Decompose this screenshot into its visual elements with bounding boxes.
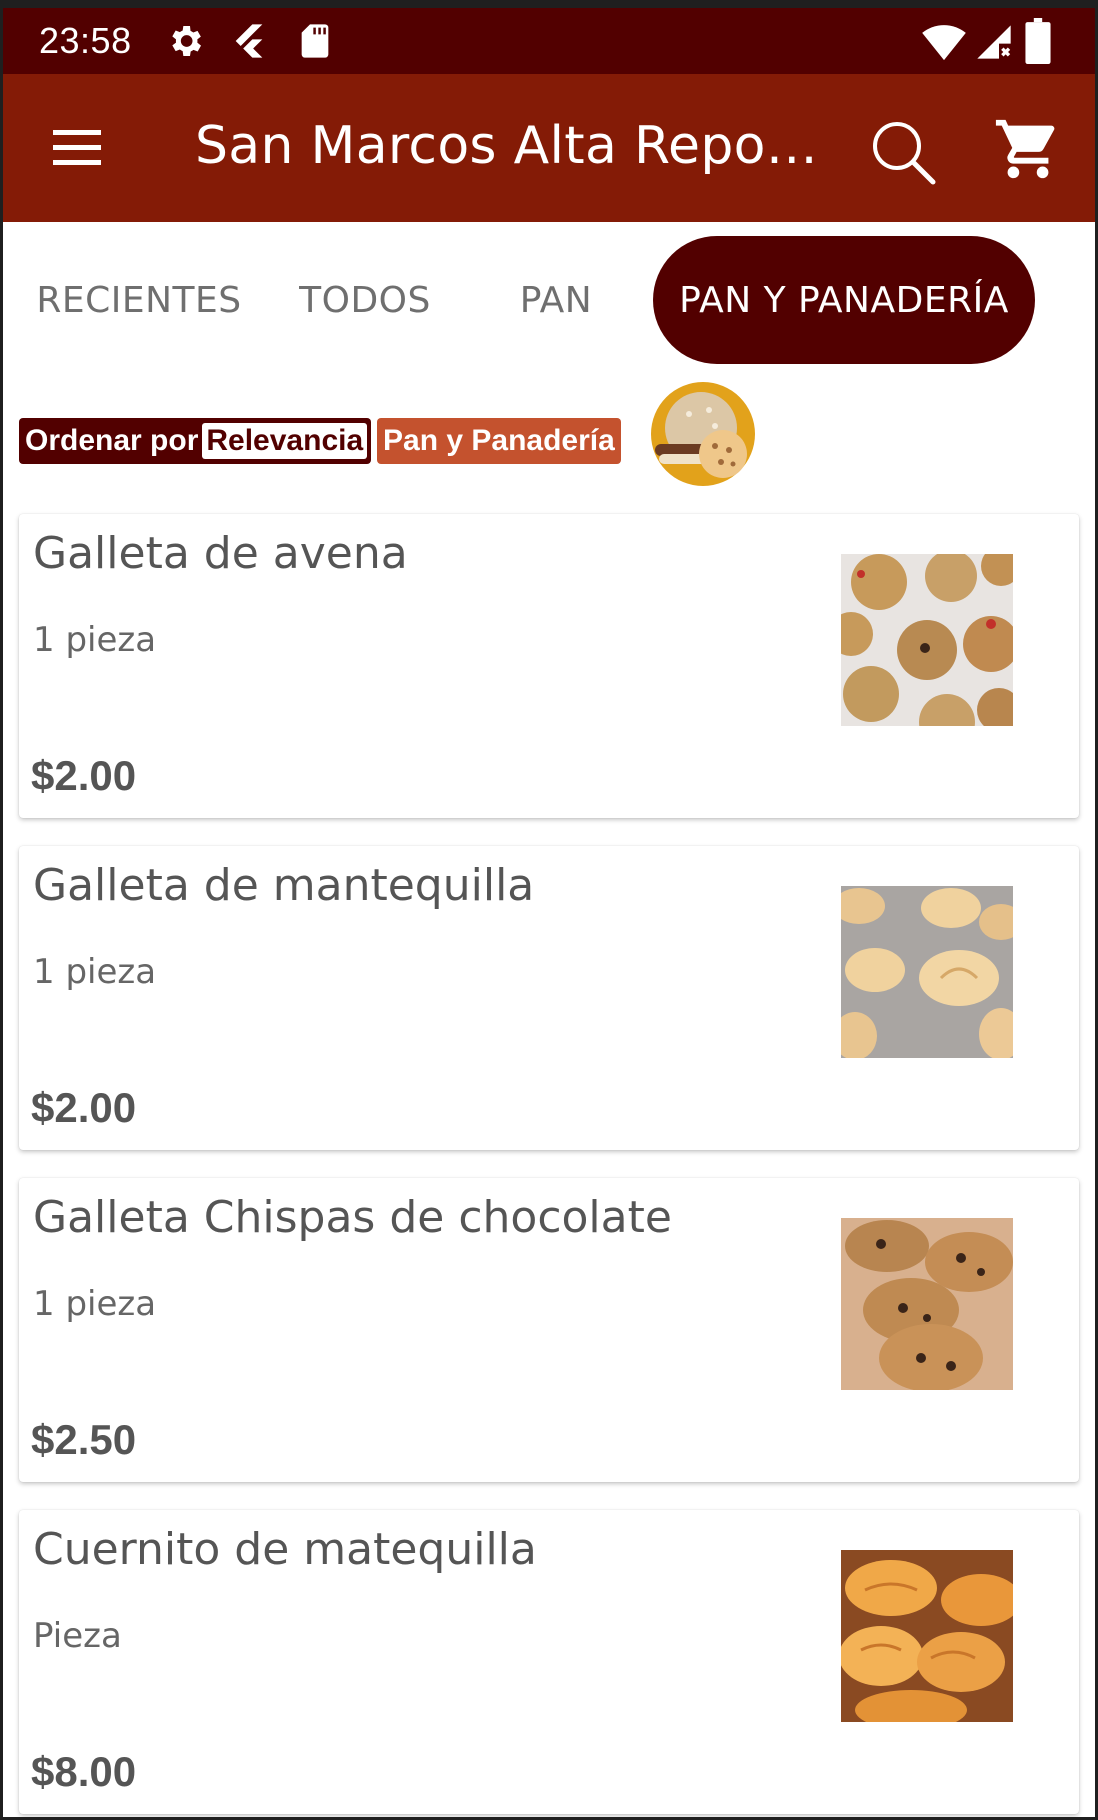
cookies-category-icon	[651, 382, 755, 486]
sd-card-icon	[301, 24, 329, 58]
tab-todos[interactable]: TODOS	[265, 236, 465, 364]
sort-chip[interactable]: Ordenar por Relevancia	[19, 418, 372, 464]
product-card[interactable]: Galleta de avena 1 pieza $2.00	[19, 514, 1079, 818]
menu-icon[interactable]	[49, 124, 105, 172]
cart-icon[interactable]	[993, 114, 1063, 184]
app-bar: San Marcos Alta Repost…	[3, 74, 1095, 222]
product-name: Galleta de mantequilla	[33, 860, 535, 911]
product-card[interactable]: Galleta Chispas de chocolate 1 pieza $2.…	[19, 1178, 1079, 1482]
product-image	[841, 1218, 1013, 1390]
product-unit: 1 pieza	[33, 952, 157, 992]
signal-icon	[977, 25, 1011, 59]
product-name: Galleta Chispas de chocolate	[33, 1192, 672, 1243]
category-chip[interactable]: Pan y Panadería	[377, 418, 621, 464]
product-image	[841, 554, 1013, 726]
app-title: San Marcos Alta Repost…	[195, 116, 827, 176]
product-name: Galleta de avena	[33, 528, 408, 579]
category-tabs: RECIENTES TODOS PAN PAN Y PANADERÍA	[3, 222, 1095, 364]
status-time: 23:58	[39, 20, 132, 61]
tab-pan-y-panaderia[interactable]: PAN Y PANADERÍA	[653, 236, 1035, 364]
phone-screen: 23:58 San Marcos Alta Repost… RECIENTES …	[0, 0, 1098, 1820]
tab-recientes[interactable]: RECIENTES	[13, 236, 265, 364]
gear-icon	[172, 26, 201, 56]
product-unit: 1 pieza	[33, 1284, 157, 1324]
product-unit: Pieza	[33, 1616, 122, 1656]
search-icon[interactable]	[869, 118, 937, 186]
wifi-icon	[922, 25, 966, 61]
product-name: Cuernito de matequilla	[33, 1524, 537, 1575]
sort-value: Relevancia	[202, 423, 368, 459]
product-price: $2.00	[31, 752, 137, 799]
product-image	[841, 886, 1013, 1058]
sort-label: Ordenar por	[25, 424, 199, 457]
product-price: $2.00	[31, 1084, 137, 1131]
product-price: $8.00	[31, 1748, 137, 1795]
product-image	[841, 1550, 1013, 1722]
tab-pan[interactable]: PAN	[465, 236, 647, 364]
filter-row: Ordenar por Relevancia Pan y Panadería	[19, 380, 1079, 490]
product-unit: 1 pieza	[33, 620, 157, 660]
product-card[interactable]: Galleta de mantequilla 1 pieza $2.00	[19, 846, 1079, 1150]
product-price: $2.50	[31, 1416, 137, 1463]
product-card[interactable]: Cuernito de matequilla Pieza $8.00	[19, 1510, 1079, 1814]
status-bar: 23:58	[3, 8, 1095, 74]
battery-icon	[1025, 18, 1051, 64]
flutter-icon	[235, 24, 263, 58]
